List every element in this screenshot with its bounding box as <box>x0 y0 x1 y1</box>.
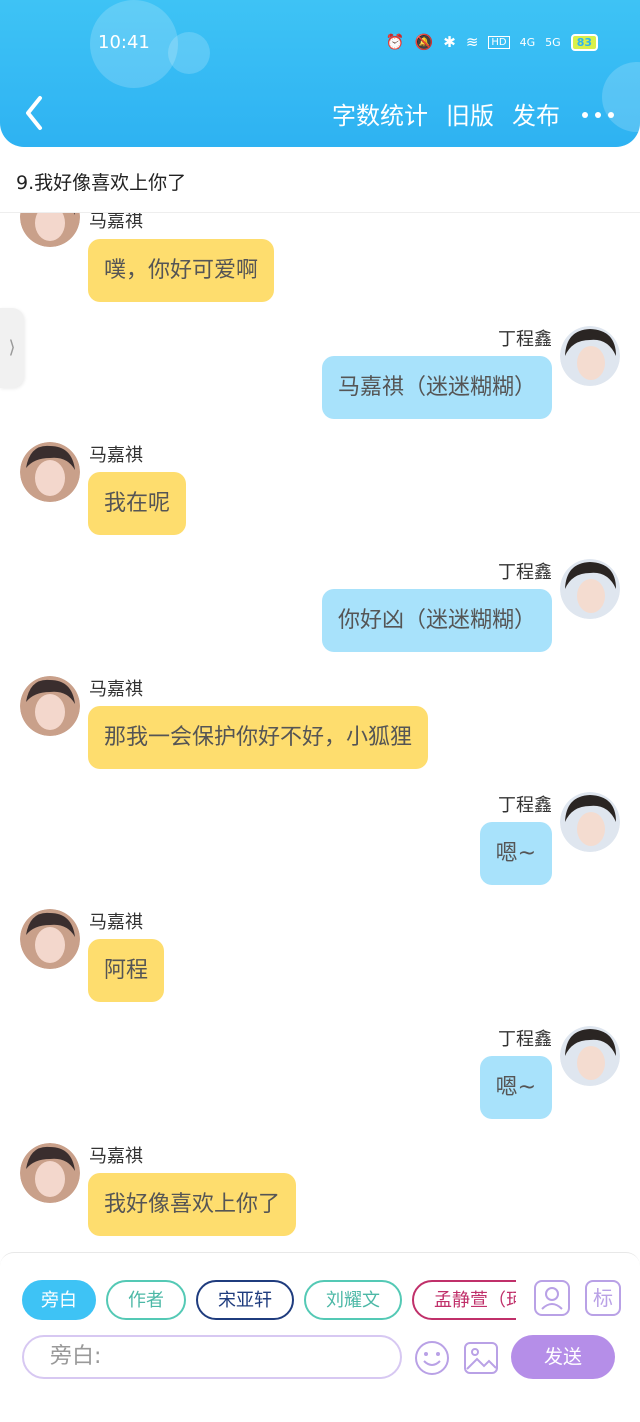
speaker-name: 丁程鑫 <box>498 562 552 583</box>
speaker-name: 马嘉祺 <box>89 912 143 933</box>
composer-panel: 旁白 作者 宋亚轩 刘耀文 孟静萱（珂 标 旁白: 发送 <box>0 1252 640 1422</box>
speaker-name: 马嘉祺 <box>89 1146 143 1167</box>
signal-5g-icon: 5G <box>545 35 561 49</box>
send-button[interactable]: 发送 <box>511 1335 615 1379</box>
message-bubble[interactable]: 马嘉祺（迷迷糊糊） <box>321 356 552 419</box>
message-bubble[interactable]: 阿程 <box>88 939 165 1002</box>
speaker-name: 丁程鑫 <box>498 1029 552 1050</box>
avatar[interactable] <box>20 909 80 969</box>
role-selector: 旁白 作者 宋亚轩 刘耀文 孟静萱（珂 <box>22 1280 516 1322</box>
wifi-icon: ≋ <box>465 33 479 51</box>
avatar[interactable] <box>20 676 80 736</box>
old-version-button[interactable]: 旧版 <box>446 96 494 131</box>
avatar[interactable] <box>560 326 620 386</box>
role-liu-yaowen[interactable]: 刘耀文 <box>304 1280 402 1320</box>
app-header: 10:41 ⏰ 🔕 ✱ ≋ HD 4G 5G 83 字数统计 旧版 发布 <box>0 0 640 147</box>
alarm-icon: ⏰ <box>385 33 405 51</box>
role-narration[interactable]: 旁白 <box>22 1280 96 1320</box>
more-icon[interactable] <box>580 102 616 126</box>
image-icon[interactable] <box>462 1339 500 1377</box>
back-button[interactable] <box>18 92 54 134</box>
publish-button[interactable]: 发布 <box>512 96 560 131</box>
bluetooth-icon: ✱ <box>443 33 456 51</box>
message-bubble[interactable]: 我好像喜欢上你了 <box>88 1173 297 1236</box>
role-author[interactable]: 作者 <box>106 1280 186 1320</box>
speaker-name: 马嘉祺 <box>89 445 143 466</box>
avatar[interactable] <box>20 442 80 502</box>
word-count-button[interactable]: 字数统计 <box>332 96 428 131</box>
speaker-name: 丁程鑫 <box>498 795 552 816</box>
avatar[interactable] <box>20 1143 80 1203</box>
avatar[interactable] <box>560 1026 620 1086</box>
speaker-name: 马嘉祺 <box>89 679 143 700</box>
avatar[interactable] <box>560 792 620 852</box>
avatar[interactable] <box>20 213 80 247</box>
message-bubble[interactable]: 嗯~ <box>479 822 552 885</box>
chat-area[interactable]: 马嘉祺 噗，你好可爱啊 丁程鑫 马嘉祺（迷迷糊糊） 马嘉祺 我在呢 丁程鑫 你好… <box>0 213 640 1253</box>
battery-icon: 83 <box>570 33 598 51</box>
emoji-icon[interactable] <box>413 1339 451 1377</box>
message-input[interactable]: 旁白: <box>22 1335 402 1379</box>
signal-4g-icon: 4G <box>519 35 536 49</box>
person-icon <box>541 1287 563 1310</box>
message-bubble[interactable]: 噗，你好可爱啊 <box>88 239 275 302</box>
chapter-title: 9.我好像喜欢上你了 <box>0 148 640 213</box>
header-decoration <box>168 32 210 74</box>
status-icons: ⏰ 🔕 ✱ ≋ HD 4G 5G 83 <box>386 33 598 51</box>
speaker-name: 丁程鑫 <box>498 329 552 350</box>
speaker-name: 马嘉祺 <box>89 213 143 232</box>
status-time: 10:41 <box>98 32 150 53</box>
mute-icon: 🔕 <box>414 33 434 51</box>
chevron-left-icon <box>26 96 42 130</box>
message-bubble[interactable]: 你好凶（迷迷糊糊） <box>321 589 552 652</box>
add-character-icon[interactable] <box>534 1280 570 1316</box>
message-bubble[interactable]: 嗯~ <box>479 1056 552 1119</box>
tag-button[interactable]: 标 <box>585 1280 621 1316</box>
side-drawer-handle[interactable]: ⟩ <box>0 308 24 388</box>
nav-actions: 字数统计 旧版 发布 <box>314 96 640 131</box>
message-bubble[interactable]: 我在呢 <box>88 472 187 535</box>
role-song-yaxuan[interactable]: 宋亚轩 <box>196 1280 294 1320</box>
role-meng-jingxuan[interactable]: 孟静萱（珂 <box>412 1280 516 1320</box>
avatar[interactable] <box>560 559 620 619</box>
hd-icon: HD <box>488 35 510 49</box>
message-bubble[interactable]: 那我一会保护你好不好，小狐狸 <box>88 706 429 769</box>
